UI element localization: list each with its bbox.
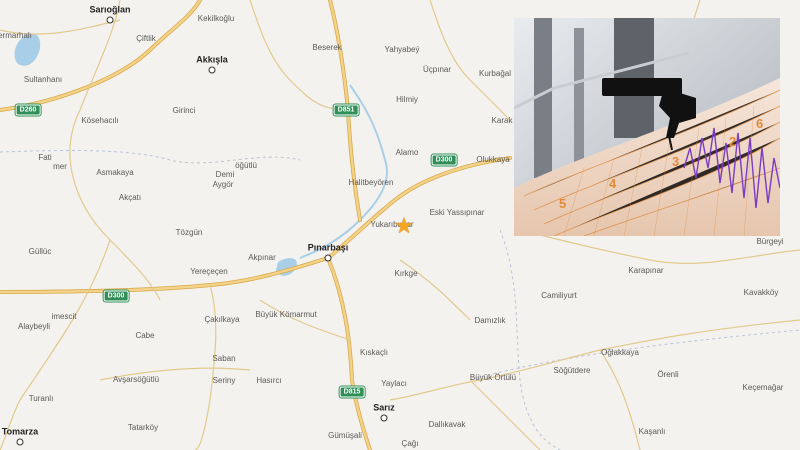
place-label-mer[interactable]: mer (53, 163, 67, 171)
city-marker-tomarza (16, 438, 24, 446)
place-label-gumusali[interactable]: Gümüşali (328, 432, 362, 440)
road-shield-d300-west: D300 (103, 290, 129, 302)
city-marker-sariz (380, 414, 388, 422)
place-label-akkisla[interactable]: Akkışla (196, 55, 228, 65)
place-label-dallikavak[interactable]: Dallıkavak (429, 421, 466, 429)
place-label-camiliyurt[interactable]: Camiliyurt (541, 292, 577, 300)
city-marker-akkisla (208, 66, 216, 74)
city-marker-sarioglan (106, 16, 114, 24)
drum-number-2: 2 (729, 134, 736, 149)
place-label-imescit[interactable]: imescit (52, 313, 77, 321)
place-label-kirkge[interactable]: Kırkge (394, 270, 417, 278)
place-label-yerececen[interactable]: Yereçeçen (190, 268, 228, 276)
place-label-gulluc[interactable]: Güllüc (29, 248, 52, 256)
place-label-fati[interactable]: Fati (38, 154, 51, 162)
place-label-akcati[interactable]: Akçatı (119, 194, 141, 202)
place-label-tozgun[interactable]: Tözgün (176, 229, 203, 237)
place-label-asmakaya[interactable]: Asmakaya (96, 169, 133, 177)
place-label-oglakkaya[interactable]: Oğlakkaya (601, 349, 639, 357)
place-label-kekilkoglu[interactable]: Kekilkoğlu (198, 15, 234, 23)
place-label-ucpinar[interactable]: Üçpınar (423, 66, 451, 74)
place-label-cabe[interactable]: Cabe (135, 332, 154, 340)
road-shield-d300-east: D300 (431, 154, 457, 166)
road-shield-d815: D815 (339, 386, 365, 398)
place-label-yaylaci[interactable]: Yaylacı (381, 380, 407, 388)
place-label-demi[interactable]: Demi (216, 171, 235, 179)
drum-number-4: 4 (609, 176, 617, 191)
place-label-burgeyi[interactable]: Bürgeyi (756, 238, 783, 246)
place-label-cagi[interactable]: Çağı (402, 440, 419, 448)
place-label-ciftlik[interactable]: Çiftlik (136, 35, 156, 43)
drum-number-3: 3 (672, 154, 679, 169)
place-label-hilmiy[interactable]: Hilmiy (396, 96, 418, 104)
place-label-kasanli[interactable]: Kaşanlı (639, 428, 666, 436)
place-label-cermarhali[interactable]: ermarhalı (0, 32, 32, 40)
place-label-kecemagar[interactable]: Keçemağar (743, 384, 784, 392)
city-marker-pinarbasi (324, 254, 332, 262)
place-label-saban[interactable]: Saban (212, 355, 235, 363)
place-label-sogutdere[interactable]: Söğütdere (554, 367, 591, 375)
place-label-sariz[interactable]: Sarız (373, 403, 395, 413)
seismograph-photo: 5 4 3 2 6 (514, 18, 780, 236)
place-label-kavakkoy[interactable]: Kavakköy (744, 289, 779, 297)
place-label-karapinar[interactable]: Karapınar (628, 267, 663, 275)
place-label-sogutlu-north[interactable]: öğütlü (235, 162, 257, 170)
place-label-tomarza[interactable]: Tomarza (2, 427, 38, 437)
place-label-tatarkoy[interactable]: Tatarköy (128, 424, 158, 432)
place-label-eski-yassipinar[interactable]: Eski Yassıpınar (430, 209, 485, 217)
place-label-pinarbasi[interactable]: Pınarbaşı (308, 243, 349, 253)
place-label-avsarsogutlu[interactable]: Avşarsöğütlü (113, 376, 159, 384)
place-label-sarioglan[interactable]: Sarıoğlan (89, 5, 130, 15)
place-label-buyuk-ortulu[interactable]: Büyük Örtülü (470, 374, 516, 382)
place-label-akpinar[interactable]: Akpınar (248, 254, 276, 262)
place-label-karak[interactable]: Karak (492, 117, 513, 125)
place-label-sultanhani[interactable]: Sultanhanı (24, 76, 62, 84)
place-label-kiskacli[interactable]: Kıskaçlı (360, 349, 388, 357)
place-label-buyuk-komarmut[interactable]: Büyük Kömarmut (255, 311, 316, 319)
map-canvas[interactable]: D260 D851 D300 D300 D815 Sarıoğlan Akkış… (0, 0, 800, 450)
boundary-line (499, 229, 561, 450)
place-label-seriny[interactable]: Seriny (213, 377, 236, 385)
road-shield-d851: D851 (333, 104, 359, 116)
drum-number-5: 5 (559, 196, 566, 211)
seismograph-drum-icon: 5 4 3 2 6 (514, 18, 780, 236)
epicenter-star-icon[interactable]: ★ (394, 215, 414, 237)
place-label-turanli[interactable]: Turanlı (29, 395, 54, 403)
place-label-halitbeyoren[interactable]: Halitbeyören (349, 179, 394, 187)
road-shield-d260: D260 (15, 104, 41, 116)
place-label-hasirci[interactable]: Hasırcı (256, 377, 281, 385)
place-label-alaybeyli[interactable]: Alaybeyli (18, 323, 50, 331)
place-label-girinci[interactable]: Girinci (173, 107, 196, 115)
place-label-aygor[interactable]: Aygör (213, 181, 234, 189)
place-label-kurbagal[interactable]: Kurbağal (479, 70, 511, 78)
place-label-yahyabey[interactable]: Yahyabeý (385, 46, 420, 54)
place-label-beserek[interactable]: Beserek (312, 44, 341, 52)
place-label-kosehacili[interactable]: Kösehacılı (81, 117, 118, 125)
drum-number-6: 6 (756, 116, 763, 131)
place-label-orenli[interactable]: Örenli (657, 371, 678, 379)
place-label-cakilkaya[interactable]: Çakılkaya (204, 316, 239, 324)
place-label-damizlik[interactable]: Damızlık (474, 317, 505, 325)
place-label-olukkaya[interactable]: Olukkaya (476, 156, 509, 164)
place-label-alamo[interactable]: Alamo (396, 149, 419, 157)
